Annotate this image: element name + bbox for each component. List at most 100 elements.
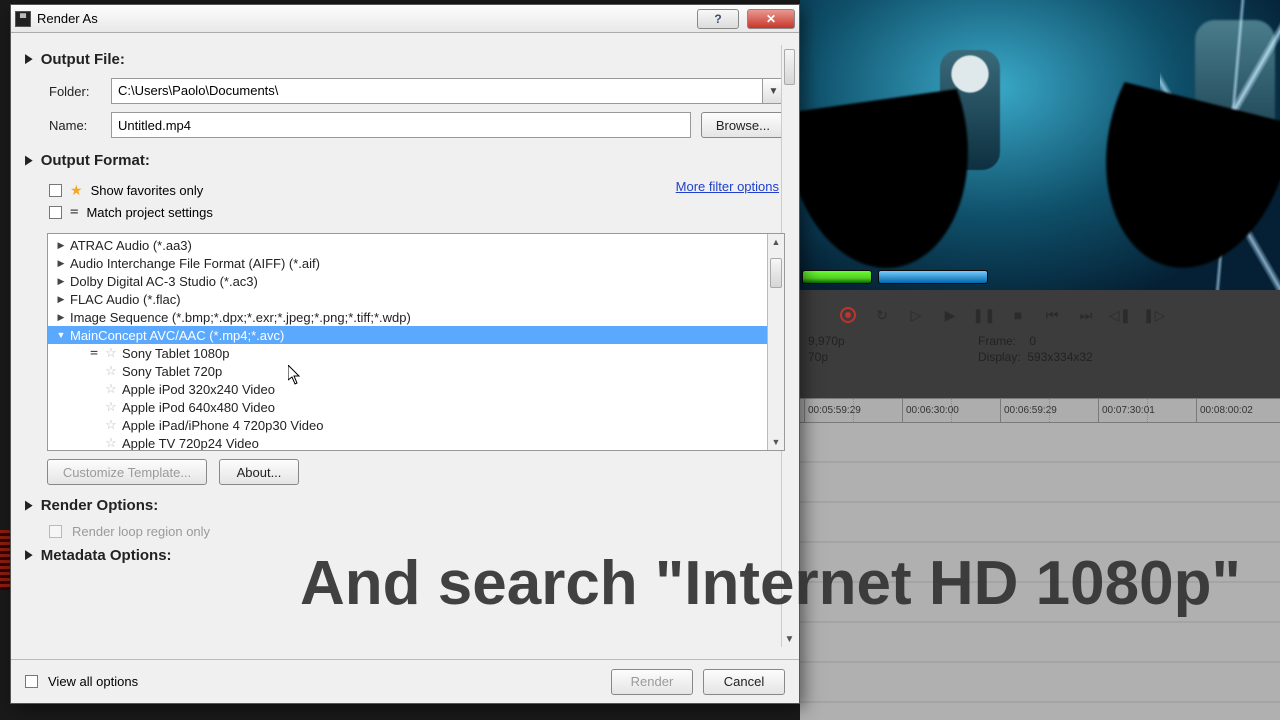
titlebar[interactable]: Render As ? ✕ xyxy=(11,5,799,33)
waveform-peek xyxy=(0,530,10,590)
stop-button[interactable]: ■ xyxy=(1008,305,1028,325)
format-label: FLAC Audio (*.flac) xyxy=(70,292,181,307)
scroll-up-icon[interactable]: ▲ xyxy=(768,234,784,250)
close-button[interactable]: ✕ xyxy=(747,9,795,29)
star-outline-icon[interactable]: ☆ xyxy=(104,381,118,397)
preset-label: Apple iPod 320x240 Video xyxy=(122,382,275,397)
preset-node[interactable]: ☆ Apple iPod 640x480 Video xyxy=(48,398,767,416)
format-node[interactable]: ▼MainConcept AVC/AAC (*.mp4;*.avc) xyxy=(48,326,767,344)
match-project-checkbox[interactable] xyxy=(49,206,62,219)
show-favorites-label: Show favorites only xyxy=(91,183,204,198)
video-preview xyxy=(800,0,1280,290)
scroll-thumb[interactable] xyxy=(770,258,782,288)
step-fwd-button[interactable]: ❚▷ xyxy=(1144,305,1164,325)
ruler-tick-minor xyxy=(1147,399,1151,422)
section-output-format[interactable]: ▶ Output Format: xyxy=(25,152,785,169)
record-button[interactable] xyxy=(838,305,858,325)
triangle-right-icon[interactable]: ▶ xyxy=(56,276,66,287)
triangle-right-icon[interactable]: ▶ xyxy=(56,294,66,305)
filename-input[interactable] xyxy=(111,112,691,138)
browse-button[interactable]: Browse... xyxy=(701,112,785,138)
transport-bar: ↻ ▷ ▶ ❚❚ ■ ⏮ ⏭ ◁❚ ❚▷ xyxy=(838,305,1164,325)
star-outline-icon[interactable]: ☆ xyxy=(104,435,118,451)
skip-fwd-button[interactable]: ⏭ xyxy=(1076,305,1096,325)
scroll-down-icon[interactable]: ▼ xyxy=(782,631,797,647)
format-tree[interactable]: ▶ ATRAC Audio (*.aa3) ▶ Audio Interchange F… xyxy=(47,233,785,451)
help-button[interactable]: ? xyxy=(697,9,739,29)
render-loop-checkbox xyxy=(49,525,62,538)
section-metadata-options[interactable]: ▶ Metadata Options: xyxy=(25,547,785,564)
star-outline-icon[interactable]: ☆ xyxy=(104,345,118,361)
ruler-tick-minor xyxy=(1049,399,1053,422)
triangle-down-icon[interactable]: ▼ xyxy=(56,330,66,340)
view-all-checkbox[interactable] xyxy=(25,675,38,688)
section-output-file[interactable]: ▶ Output File: xyxy=(25,51,785,68)
step-back-button[interactable]: ◁❚ xyxy=(1110,305,1130,325)
folder-combobox[interactable]: C:\Users\Paolo\Documents\ ▼ xyxy=(111,78,785,104)
star-icon: ★ xyxy=(70,183,83,197)
format-node[interactable]: ▶ ATRAC Audio (*.aa3) xyxy=(48,236,767,254)
preset-label: Apple iPad/iPhone 4 720p30 Video xyxy=(122,418,323,433)
preset-node[interactable]: ☆Apple TV 720p24 Video xyxy=(48,434,767,451)
format-node[interactable]: ▶ Audio Interchange File Format (AIFF) (*… xyxy=(48,254,767,272)
skip-back-button[interactable]: ⏮ xyxy=(1042,305,1062,325)
triangle-right-icon[interactable]: ▶ xyxy=(56,240,66,251)
app-icon xyxy=(15,11,31,27)
render-as-dialog: Render As ? ✕ ▲ ▼ ▶ Output File: Folder:… xyxy=(10,4,800,704)
timeline[interactable]: 00:05:59:2900:06:30:0000:06:59:2900:07:3… xyxy=(800,398,1280,720)
scroll-down-icon[interactable]: ▼ xyxy=(768,434,784,450)
format-label: Audio Interchange File Format (AIFF) (*.… xyxy=(70,256,320,271)
preset-label: Apple iPod 640x480 Video xyxy=(122,400,275,415)
show-favorites-checkbox[interactable] xyxy=(49,184,62,197)
play-start-button[interactable]: ▷ xyxy=(906,305,926,325)
star-outline-icon[interactable]: ☆ xyxy=(104,417,118,433)
disclosure-icon: ▶ xyxy=(25,498,33,512)
scroll-thumb[interactable] xyxy=(784,49,795,85)
format-node[interactable]: ▶ Image Sequence (*.bmp;*.dpx;*.exr;*.jpe… xyxy=(48,308,767,326)
readout-resolution-2: 70p xyxy=(808,350,978,364)
hp-bar-left xyxy=(802,270,872,284)
section-render-options[interactable]: ▶ Render Options: xyxy=(25,497,785,514)
triangle-right-icon[interactable]: ▶ xyxy=(56,312,66,323)
pause-button[interactable]: ❚❚ xyxy=(974,305,994,325)
preset-label: Sony Tablet 720p xyxy=(122,364,222,379)
format-label: ATRAC Audio (*.aa3) xyxy=(70,238,192,253)
format-label: Image Sequence (*.bmp;*.dpx;*.exr;*.jpeg… xyxy=(70,310,411,325)
preview-hand-left xyxy=(800,86,1002,290)
disclosure-icon: ▶ xyxy=(25,52,33,66)
star-outline-icon[interactable]: ☆ xyxy=(104,363,118,379)
star-outline-icon[interactable]: ☆ xyxy=(104,399,118,415)
match-icon: = xyxy=(88,346,100,361)
match-icon: = xyxy=(70,204,78,220)
cancel-button[interactable]: Cancel xyxy=(703,669,785,695)
ruler-tick-minor xyxy=(853,399,857,422)
more-filter-link[interactable]: More filter options xyxy=(676,179,779,194)
dialog-footer: View all options Render Cancel xyxy=(11,659,799,703)
hp-bar-right xyxy=(878,270,988,284)
readout-resolution-1: 9,970p xyxy=(808,334,978,348)
render-button[interactable]: Render xyxy=(611,669,693,695)
format-node[interactable]: ▶ Dolby Digital AC-3 Studio (*.ac3) xyxy=(48,272,767,290)
timeline-ruler[interactable]: 00:05:59:2900:06:30:0000:06:59:2900:07:3… xyxy=(800,399,1280,423)
about-button[interactable]: About... xyxy=(219,459,299,485)
triangle-right-icon[interactable]: ▶ xyxy=(56,258,66,269)
preset-node[interactable]: ☆ Apple iPad/iPhone 4 720p30 Video xyxy=(48,416,767,434)
window-title: Render As xyxy=(37,11,98,26)
preset-node[interactable]: ☆ Apple iPod 320x240 Video xyxy=(48,380,767,398)
readout-display: Display: 593x334x32 xyxy=(978,350,1272,364)
disclosure-icon: ▶ xyxy=(25,153,33,167)
format-label: Dolby Digital AC-3 Studio (*.ac3) xyxy=(70,274,258,289)
preset-node[interactable]: ☆ Sony Tablet 720p xyxy=(48,362,767,380)
customize-template-button[interactable]: Customize Template... xyxy=(47,459,207,485)
view-all-label: View all options xyxy=(48,674,138,689)
format-node[interactable]: ▶ FLAC Audio (*.flac) xyxy=(48,290,767,308)
preset-node[interactable]: =☆Sony Tablet 1080p xyxy=(48,344,767,362)
name-label: Name: xyxy=(49,118,101,133)
play-button[interactable]: ▶ xyxy=(940,305,960,325)
timeline-tracks[interactable] xyxy=(800,423,1280,720)
preview-readout: 9,970p Frame: 0 70p Display: 593x334x32 xyxy=(800,332,1280,366)
ruler-tick: 00:08:00:02 xyxy=(1196,399,1253,422)
loop-button[interactable]: ↻ xyxy=(872,305,892,325)
readout-frame: Frame: 0 xyxy=(978,334,1272,348)
tree-scrollbar[interactable]: ▲ ▼ xyxy=(767,234,784,450)
